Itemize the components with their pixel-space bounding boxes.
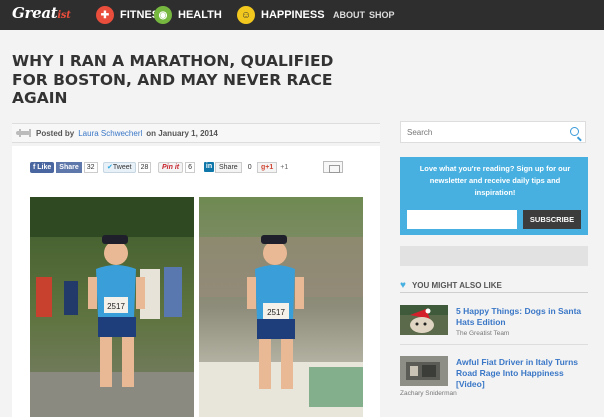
nav-shop[interactable]: SHOP <box>369 0 395 30</box>
facebook-share-button[interactable]: Share <box>56 161 82 173</box>
email-share-group <box>323 161 343 173</box>
gplus-button[interactable]: g+1 <box>257 161 278 173</box>
tweet-button[interactable]: ✔Tweet <box>103 161 136 173</box>
pin-count: 6 <box>185 161 196 173</box>
tweet-count: 28 <box>137 161 152 173</box>
svg-text:2517: 2517 <box>107 302 125 311</box>
you-might-also-like-heading: ♥ YOU MIGHT ALSO LIKE <box>400 279 588 291</box>
post-date: on January 1, 2014 <box>146 128 218 138</box>
facebook-share-group: f Like Share 32 <box>30 161 98 173</box>
facebook-like-button[interactable]: f Like <box>30 161 55 173</box>
pin-it-button[interactable]: Pin it <box>158 161 184 173</box>
related-author-2: Zachary Sniderman <box>400 390 457 397</box>
fb-like-label: Like <box>37 163 52 171</box>
runner-photo-left: 2517 <box>30 197 194 417</box>
twitter-share-group: ✔Tweet 28 <box>103 161 152 173</box>
runner-photo-right-image: 2517 <box>199 197 363 417</box>
road-rage-thumbnail <box>400 356 448 386</box>
dumbbell-icon <box>16 129 31 137</box>
runner-photo-right: 2517 <box>199 197 363 417</box>
site-logo[interactable]: Greatist <box>12 4 71 22</box>
email-icon[interactable] <box>323 161 343 173</box>
linkedin-icon: in <box>204 162 214 172</box>
you-might-also-like-label: YOU MIGHT ALSO LIKE <box>411 280 502 290</box>
gplus-share-group: g+1 +1 <box>257 161 288 173</box>
article-title: WHY I RAN A MARATHON, QUALIFIED FOR BOST… <box>12 52 334 107</box>
santa-dog-thumbnail <box>400 305 448 335</box>
pinterest-share-group: Pin it 6 <box>158 161 196 173</box>
byline: Posted by Laura Schwecherl on January 1,… <box>12 123 380 143</box>
happiness-icon: ☺ <box>237 6 255 24</box>
search-input[interactable] <box>401 122 551 143</box>
top-nav: Greatist ✚ FITNESS ◉ HEALTH ☺ HAPPINESS … <box>0 0 604 30</box>
related-thumb-1[interactable] <box>400 305 448 335</box>
svg-text:2517: 2517 <box>267 308 285 317</box>
nav-health-label: HEALTH <box>178 9 222 21</box>
subscribe-button[interactable]: SUBSCRIBE <box>523 210 581 229</box>
gplus-count: +1 <box>280 163 289 171</box>
author-link[interactable]: Laura Schwecherl <box>78 129 142 138</box>
newsletter-text: Love what you're reading? Sign up for ou… <box>419 164 571 197</box>
runner-photo-left-image: 2517 <box>30 197 194 417</box>
linkedin-count: 0 <box>247 163 252 171</box>
nav-about[interactable]: ABOUT <box>333 0 365 30</box>
posted-by-label: Posted by <box>36 128 75 138</box>
facebook-count: 32 <box>83 161 98 173</box>
ad-placeholder <box>400 246 588 266</box>
search-icon[interactable] <box>570 127 579 136</box>
search-box <box>400 121 586 143</box>
linkedin-share-button[interactable]: Share <box>215 161 242 173</box>
divider <box>400 292 588 293</box>
nav-happiness[interactable]: ☺ HAPPINESS <box>237 0 325 30</box>
tweet-label: Tweet <box>112 163 132 171</box>
newsletter-signup: Love what you're reading? Sign up for ou… <box>400 157 588 235</box>
nav-health[interactable]: ◉ HEALTH <box>154 0 222 30</box>
related-link-1[interactable]: 5 Happy Things: Dogs in Santa Hats Editi… <box>456 306 588 328</box>
related-thumb-2[interactable] <box>400 356 448 386</box>
nav-happiness-label: HAPPINESS <box>261 9 325 21</box>
linkedin-share-group: in Share 0 <box>204 161 252 173</box>
health-icon: ◉ <box>154 6 172 24</box>
newsletter-email-input[interactable] <box>407 210 517 229</box>
related-author-1: The Greatist Team <box>456 330 510 337</box>
related-link-2[interactable]: Awful Fiat Driver in Italy Turns Road Ra… <box>456 357 588 390</box>
divider <box>400 344 588 345</box>
heart-icon: ♥ <box>400 279 406 291</box>
fitness-icon: ✚ <box>96 6 114 24</box>
